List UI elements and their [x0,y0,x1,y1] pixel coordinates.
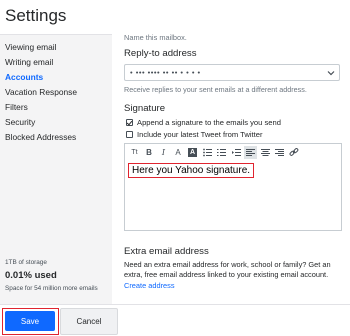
signature-text[interactable]: Here you Yahoo signature. [128,163,255,178]
sidebar-item-vacation-response[interactable]: Vacation Response [5,87,77,97]
include-tweet-label: Include your latest Tweet from Twitter [137,130,263,139]
include-tweet-checkbox[interactable] [126,131,133,138]
indent-icon[interactable] [230,146,243,159]
signature-editor[interactable]: Tt B I A A Here you Yahoo signature. [124,143,342,231]
signature-label: Signature [124,103,166,114]
align-center-icon[interactable] [259,146,272,159]
storage-used: 0.01% used [5,270,57,281]
sidebar-item-viewing-email[interactable]: Viewing email [5,42,57,52]
align-right-icon[interactable] [273,146,286,159]
background-color-icon[interactable]: A [186,146,199,159]
storage-space: Space for 54 million more emails [5,285,98,292]
sidebar-item-writing-email[interactable]: Writing email [5,57,53,67]
text-color-icon[interactable]: A [172,146,185,159]
create-address-link[interactable]: Create address [124,281,175,290]
reply-to-select[interactable]: • ••• •••• •• •• • • • • [124,64,340,81]
mailbox-name-hint: Name this mailbox. [124,34,187,42]
reply-to-value: • ••• •••• •• •• • • • • [130,68,201,77]
cancel-button[interactable]: Cancel [60,308,118,335]
align-left-icon[interactable] [244,145,257,159]
settings-header: Settings [0,0,350,34]
bullet-list-icon[interactable] [201,146,214,159]
editor-toolbar: Tt B I A A [125,144,341,160]
reply-to-label: Reply-to address [124,48,197,59]
extra-email-description: Need an extra email address for work, sc… [124,260,346,291]
numbered-list-icon[interactable] [215,146,228,159]
font-size-icon[interactable]: Tt [128,146,141,159]
settings-sidebar: Viewing email Writing email Accounts Vac… [0,34,112,304]
sidebar-item-accounts[interactable]: Accounts [5,72,43,82]
extra-email-text: Need an extra email address for work, sc… [124,260,331,280]
link-icon[interactable] [288,146,301,159]
sidebar-item-blocked-addresses[interactable]: Blocked Addresses [5,132,76,142]
save-button[interactable]: Save [5,311,55,331]
italic-icon[interactable]: I [157,146,170,159]
append-signature-label: Append a signature to the emails you sen… [137,118,281,127]
sidebar-item-filters[interactable]: Filters [5,102,28,112]
reply-to-hint: Receive replies to your sent emails at a… [124,85,307,94]
append-signature-option[interactable]: Append a signature to the emails you sen… [126,118,281,127]
settings-footer: Save Cancel [0,304,350,336]
chevron-down-icon [327,71,335,76]
storage-capacity: 1TB of storage [5,259,47,266]
page-title: Settings [5,6,67,25]
bold-icon[interactable]: B [143,146,156,159]
extra-email-title: Extra email address [124,246,209,257]
account-settings-panel: Name this mailbox. Reply-to address • ••… [112,34,350,304]
include-tweet-option[interactable]: Include your latest Tweet from Twitter [126,130,263,139]
append-signature-checkbox[interactable] [126,119,133,126]
sidebar-item-security[interactable]: Security [5,117,35,127]
save-button-highlight: Save [2,308,59,335]
